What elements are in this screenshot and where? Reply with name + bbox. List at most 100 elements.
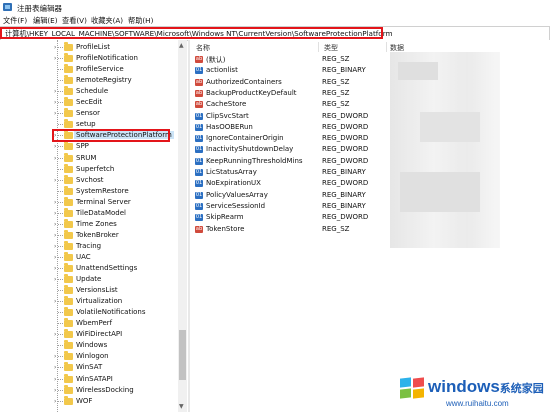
tree-item-label[interactable]: WinSAT bbox=[76, 363, 102, 371]
expand-chevron-icon[interactable]: › bbox=[54, 144, 56, 150]
tree-item[interactable]: › Winlogon bbox=[0, 351, 185, 362]
tree-item[interactable]: › ProfileList bbox=[0, 42, 185, 53]
tree-item-label[interactable]: WirelessDocking bbox=[76, 386, 134, 394]
tree-item-label[interactable]: TileDataModel bbox=[76, 209, 126, 217]
tree-item-label[interactable]: Time Zones bbox=[76, 220, 117, 228]
expand-chevron-icon[interactable]: › bbox=[54, 111, 56, 117]
value-name[interactable]: InactivityShutdownDelay bbox=[206, 145, 293, 153]
tree-item[interactable]: › Virtualization bbox=[0, 296, 185, 307]
tree-item-label[interactable]: TokenBroker bbox=[76, 231, 119, 239]
tree-item-label[interactable]: SPP bbox=[76, 142, 89, 150]
tree-item[interactable]: › Time Zones bbox=[0, 218, 185, 230]
expand-chevron-icon[interactable]: › bbox=[54, 210, 56, 217]
expand-chevron-icon[interactable]: › bbox=[54, 354, 56, 360]
column-header-name[interactable]: 名称 bbox=[196, 43, 210, 53]
tree-item[interactable]: › Sensor bbox=[0, 108, 185, 119]
scroll-down-icon[interactable]: ▼ bbox=[179, 403, 184, 410]
tree-item-label[interactable]: WbemPerf bbox=[76, 319, 112, 327]
menu-view[interactable]: 查看(V) bbox=[62, 16, 87, 26]
value-name[interactable]: KeepRunningThresholdMins bbox=[206, 157, 303, 165]
tree-item[interactable]: › Svchost bbox=[0, 174, 185, 186]
column-header-type[interactable]: 类型 bbox=[324, 43, 338, 53]
value-name[interactable]: CacheStore bbox=[206, 100, 246, 108]
menu-file[interactable]: 文件(F) bbox=[3, 16, 27, 26]
expand-chevron-icon[interactable]: › bbox=[54, 155, 56, 162]
tree-item[interactable]: › TokenBroker bbox=[0, 229, 185, 241]
tree-item[interactable]: › SPP bbox=[0, 141, 185, 152]
menu-help[interactable]: 帮助(H) bbox=[128, 16, 153, 26]
tree-item[interactable]: › Schedule bbox=[0, 86, 185, 97]
value-name[interactable]: SkipRearm bbox=[206, 213, 244, 221]
scroll-up-icon[interactable]: ▲ bbox=[179, 42, 184, 49]
tree-item-label[interactable]: WinSATAPI bbox=[76, 375, 113, 383]
tree-item[interactable]: WbemPerf bbox=[0, 318, 185, 329]
tree-item-label[interactable]: Update bbox=[76, 275, 101, 283]
tree-item[interactable]: › WirelessDocking bbox=[0, 384, 185, 396]
tree-item-label[interactable]: RemoteRegistry bbox=[76, 76, 132, 84]
tree-item-label[interactable]: ProfileService bbox=[76, 65, 124, 73]
expand-chevron-icon[interactable]: › bbox=[54, 332, 56, 338]
tree-item[interactable]: › SRUM bbox=[0, 152, 185, 164]
tree-item-label[interactable]: Terminal Server bbox=[76, 198, 131, 206]
expand-chevron-icon[interactable]: › bbox=[54, 232, 56, 239]
menu-edit[interactable]: 编辑(E) bbox=[33, 16, 58, 26]
expand-chevron-icon[interactable]: › bbox=[54, 45, 56, 51]
value-name[interactable]: NoExpirationUX bbox=[206, 179, 261, 187]
value-name[interactable]: AuthorizedContainers bbox=[206, 78, 282, 86]
tree-item[interactable]: › Tracing bbox=[0, 240, 185, 252]
tree-item[interactable]: › ProfileNotification bbox=[0, 53, 185, 64]
expand-chevron-icon[interactable]: › bbox=[54, 376, 56, 383]
value-name[interactable]: PolicyValuesArray bbox=[206, 191, 268, 199]
tree-item-label[interactable]: Svchost bbox=[76, 176, 104, 184]
tree-item-label[interactable]: SecEdit bbox=[76, 98, 102, 106]
tree-item-label[interactable]: ProfileNotification bbox=[76, 54, 138, 62]
expand-chevron-icon[interactable]: › bbox=[54, 221, 56, 228]
tree-item-label[interactable]: Superfetch bbox=[76, 165, 114, 173]
tree-item-label[interactable]: UAC bbox=[76, 253, 91, 261]
expand-chevron-icon[interactable]: › bbox=[54, 266, 56, 272]
tree-scrollbar[interactable]: ▲ ▼ bbox=[178, 40, 187, 412]
expand-chevron-icon[interactable]: › bbox=[54, 177, 56, 184]
tree-item[interactable]: › Terminal Server bbox=[0, 196, 185, 208]
value-name[interactable]: actionlist bbox=[206, 66, 238, 74]
tree-item-label[interactable]: Virtualization bbox=[76, 297, 122, 305]
tree-item-label[interactable]: SystemRestore bbox=[76, 187, 129, 195]
tree-item[interactable]: › TileDataModel bbox=[0, 207, 185, 219]
value-name[interactable]: (默认) bbox=[206, 55, 225, 65]
expand-chevron-icon[interactable]: › bbox=[54, 243, 56, 250]
expand-chevron-icon[interactable]: › bbox=[54, 254, 56, 261]
expand-chevron-icon[interactable]: › bbox=[54, 277, 56, 283]
tree-item[interactable]: › WinSAT bbox=[0, 362, 185, 373]
scrollbar-thumb[interactable] bbox=[179, 330, 186, 380]
tree-item-label[interactable]: WOF bbox=[76, 397, 92, 405]
expand-chevron-icon[interactable]: › bbox=[54, 365, 56, 371]
tree-item-label[interactable]: VolatileNotifications bbox=[76, 308, 146, 316]
tree-item[interactable]: › WinSATAPI bbox=[0, 373, 185, 385]
column-divider[interactable] bbox=[318, 42, 319, 52]
tree-item[interactable]: RemoteRegistry bbox=[0, 75, 185, 86]
value-name[interactable]: ClipSvcStart bbox=[206, 112, 249, 120]
tree-item-label[interactable]: SRUM bbox=[76, 154, 96, 162]
expand-chevron-icon[interactable]: › bbox=[54, 56, 56, 62]
tree-item[interactable]: › UnattendSettings bbox=[0, 263, 185, 274]
tree-item[interactable]: Superfetch bbox=[0, 163, 185, 175]
value-name[interactable]: LicStatusArray bbox=[206, 168, 257, 176]
expand-chevron-icon[interactable]: › bbox=[54, 299, 56, 305]
expand-chevron-icon[interactable]: › bbox=[54, 387, 56, 394]
tree-item[interactable]: VolatileNotifications bbox=[0, 307, 185, 318]
tree-item-label[interactable]: Windows bbox=[76, 341, 107, 349]
tree-item[interactable]: Windows bbox=[0, 340, 185, 351]
tree-item[interactable]: › Update bbox=[0, 274, 185, 285]
tree-item[interactable]: › SecEdit bbox=[0, 97, 185, 108]
value-name[interactable]: BackupProductKeyDefault bbox=[206, 89, 297, 97]
expand-chevron-icon[interactable]: › bbox=[54, 199, 56, 206]
tree-item-label[interactable]: Sensor bbox=[76, 109, 100, 117]
tree-item-label[interactable]: ProfileList bbox=[76, 43, 110, 51]
tree-item[interactable]: SystemRestore bbox=[0, 185, 185, 197]
tree-item-label[interactable]: Schedule bbox=[76, 87, 108, 95]
tree-item[interactable]: › WOF bbox=[0, 395, 185, 407]
expand-chevron-icon[interactable]: › bbox=[54, 398, 56, 405]
tree-item[interactable]: VersionsList bbox=[0, 285, 185, 296]
value-name[interactable]: ServiceSessionId bbox=[206, 202, 265, 210]
menu-favorites[interactable]: 收藏夹(A) bbox=[91, 16, 123, 26]
